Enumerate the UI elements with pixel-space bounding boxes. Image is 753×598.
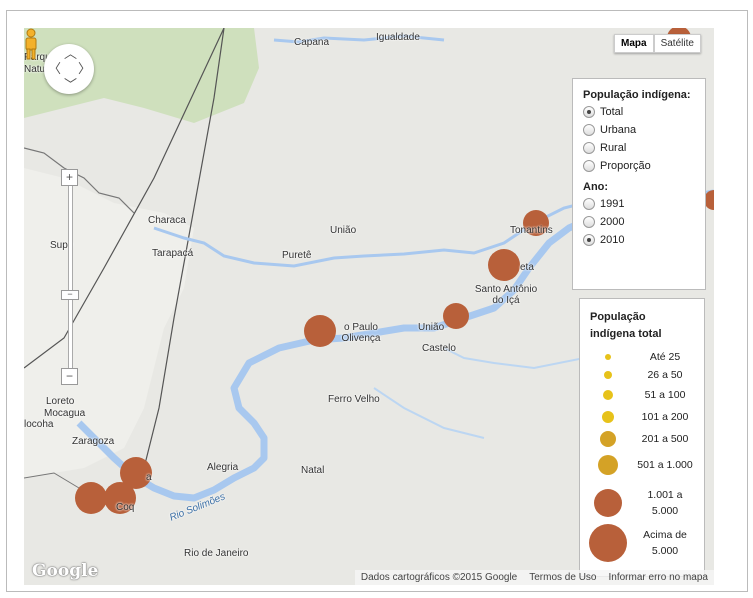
radio-label: Total xyxy=(600,106,624,118)
legend-item: Acima de 5.000 xyxy=(580,524,704,562)
filter-panel: População indígena: Total Urbana Rural Prop… xyxy=(572,78,706,290)
place-label: Tarapacá xyxy=(152,248,194,259)
radio-button[interactable] xyxy=(583,234,595,246)
legend-panel: População indígena total Até 25 26 a 50 51 … xyxy=(579,298,705,577)
radio-option[interactable]: 1991 xyxy=(583,197,705,211)
pan-up-icon[interactable]: ︿ xyxy=(64,47,77,60)
bubble[interactable] xyxy=(488,249,520,281)
place-label: Mocagua xyxy=(44,408,86,419)
legend-bubble xyxy=(594,489,622,517)
place-label: Zaragoza xyxy=(72,436,115,447)
legend-bubble xyxy=(589,524,627,562)
pan-left-icon[interactable]: 〈 xyxy=(48,62,61,75)
place-label: Alegria xyxy=(207,462,239,473)
map-type-satellite-button[interactable]: Satélite xyxy=(653,34,701,53)
radio-option[interactable]: Proporção xyxy=(583,159,705,173)
legend-item: 1.001 a 5.000 xyxy=(580,485,704,517)
radio-label: 2010 xyxy=(600,234,625,246)
radio-option[interactable]: Urbana xyxy=(583,123,705,137)
place-label: locoha xyxy=(24,419,54,430)
place-label: Natal xyxy=(301,465,325,476)
radio-button[interactable] xyxy=(583,160,595,172)
zoom-slider-thumb[interactable]: − xyxy=(61,290,79,300)
radio-button[interactable] xyxy=(583,106,595,118)
map-type-control: Mapa Satélite xyxy=(614,34,701,53)
year-title: Ano: xyxy=(583,181,609,193)
place-label: Igualdade xyxy=(376,32,420,43)
radio-button[interactable] xyxy=(583,142,595,154)
map-canvas[interactable]: Capana Igualdade Parque Natura Characa U… xyxy=(24,28,714,585)
pan-down-icon[interactable]: ﹀ xyxy=(64,78,77,91)
place-label: Puretê xyxy=(282,250,312,261)
legend-label: 51 a 100 xyxy=(644,389,686,401)
place-label: Capana xyxy=(294,37,330,48)
zoom-slider-track[interactable] xyxy=(68,183,73,377)
legend-label: Até 25 xyxy=(649,351,681,363)
place-label: Santo Antônio do Içá xyxy=(474,284,538,306)
legend-item: 501 a 1.000 xyxy=(580,455,704,485)
place-label: União xyxy=(418,322,445,333)
place-label: o Paulo Olivença xyxy=(341,322,381,344)
legend-bubble xyxy=(600,431,616,447)
terms-link[interactable]: Termos de Uso xyxy=(523,570,602,585)
legend-label: 201 a 500 xyxy=(641,433,689,445)
place-label: Characa xyxy=(148,215,186,226)
legend-label: 26 a 50 xyxy=(647,369,683,381)
pegman-icon[interactable] xyxy=(24,28,38,60)
legend-bubble xyxy=(602,411,614,423)
radio-option[interactable]: 2010 xyxy=(583,233,705,247)
place-label: União xyxy=(330,225,357,236)
population-title: População indígena: xyxy=(583,89,691,101)
google-logo: Google xyxy=(32,561,99,581)
place-label: eta xyxy=(520,262,534,273)
radio-option[interactable]: 2000 xyxy=(583,215,705,229)
radio-label: 1991 xyxy=(600,198,625,210)
radio-label: Urbana xyxy=(600,124,637,136)
legend-bubble xyxy=(603,390,613,400)
legend-label: 501 a 1.000 xyxy=(637,459,693,471)
map-data-attribution: Dados cartográficos ©2015 Google xyxy=(360,572,518,583)
radio-option[interactable]: Rural xyxy=(583,141,705,155)
radio-label: Proporção xyxy=(600,160,651,172)
legend-bubble xyxy=(604,371,612,379)
place-label: Castelo xyxy=(422,343,456,354)
legend-label: 1.001 a 5.000 xyxy=(647,489,683,517)
zoom-in-button[interactable]: + xyxy=(61,169,78,186)
place-label: Ferro Velho xyxy=(328,394,380,405)
legend-title: População indígena total xyxy=(590,311,662,340)
radio-label: Rural xyxy=(600,142,627,154)
report-error-link[interactable]: Informar erro no mapa xyxy=(603,570,715,585)
place-label: a xyxy=(146,472,152,483)
bubble[interactable] xyxy=(75,482,107,514)
pan-right-icon[interactable]: 〉 xyxy=(78,62,91,75)
radio-button[interactable] xyxy=(583,216,595,228)
radio-button[interactable] xyxy=(583,124,595,136)
bubble[interactable] xyxy=(443,303,469,329)
legend-label: 101 a 200 xyxy=(641,411,689,423)
place-label: Coq xyxy=(116,502,135,513)
river xyxy=(373,387,485,439)
pan-control[interactable]: ︿ ﹀ 〈 〉 xyxy=(44,44,94,94)
radio-option[interactable]: Total xyxy=(583,105,705,119)
bubble[interactable] xyxy=(304,315,336,347)
legend-label: Acima de 5.000 xyxy=(643,529,687,557)
legend-bubble xyxy=(598,455,618,475)
zoom-out-button[interactable]: − xyxy=(61,368,78,385)
map-type-map-button[interactable]: Mapa xyxy=(614,34,654,53)
place-label: Loreto xyxy=(46,396,75,407)
place-label: Rio de Janeiro xyxy=(184,548,249,559)
radio-label: 2000 xyxy=(600,216,625,228)
map-footer: Dados cartográficos ©2015 Google Termos … xyxy=(354,570,715,585)
place-label: Tonantins xyxy=(510,225,553,236)
legend-bubble xyxy=(605,354,611,360)
radio-button[interactable] xyxy=(583,198,595,210)
